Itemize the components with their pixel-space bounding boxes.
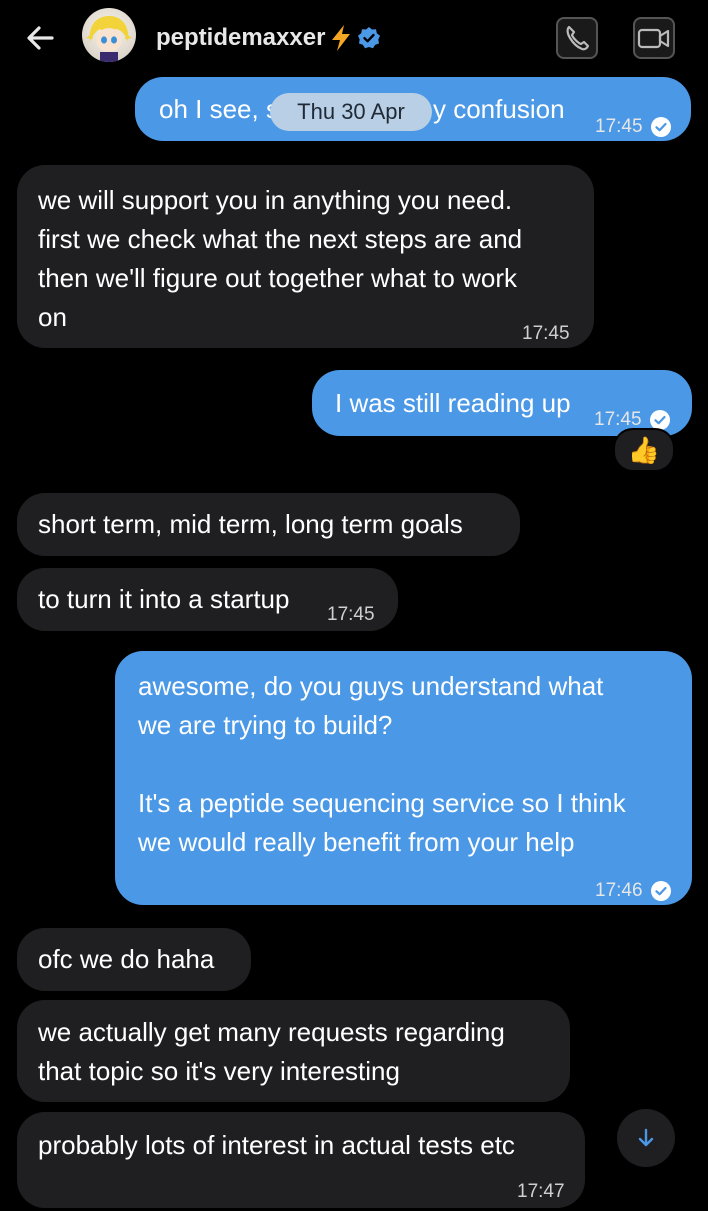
chat-header: peptidemaxxer [0,0,708,76]
lightning-icon [332,25,351,51]
message-text: oh I see, s [159,94,279,124]
message-bubble-incoming[interactable]: we actually get many requests regarding … [17,1000,570,1102]
message-bubble-incoming[interactable]: we will support you in anything you need… [17,165,594,348]
message-bubble-incoming[interactable]: ofc we do haha [17,928,251,991]
message-bubble-incoming[interactable]: probably lots of interest in actual test… [17,1112,585,1208]
avatar[interactable] [82,8,136,62]
arrow-left-icon[interactable] [22,20,58,56]
message-time: 17:45 [327,604,375,625]
message-time: 17:47 [517,1181,565,1202]
message-line: on [38,302,67,332]
message-bubble-outgoing[interactable]: awesome, do you guys understand what we … [115,651,692,905]
message-meta: 17:47 [517,1172,565,1211]
read-check-icon [649,409,670,430]
message-line: first we check what the next steps are a… [38,224,523,254]
video-camera-icon[interactable] [633,17,675,59]
message-line [138,745,692,784]
message-line: It's a peptide sequencing service so I t… [138,788,626,818]
verified-badge-icon [358,27,381,49]
scroll-to-bottom-button[interactable] [617,1109,675,1167]
message-text: ofc we do haha [38,944,215,974]
message-bubble-incoming[interactable]: to turn it into a startup 17:45 [17,568,398,631]
date-separator: Thu 30 Apr [270,93,432,131]
message-bubble-incoming[interactable]: short term, mid term, long term goals [17,493,520,556]
reaction-thumbs-up[interactable]: 👍 [613,428,675,472]
message-time: 17:45 [595,116,643,137]
message-line: that topic so it's very interesting [38,1056,400,1086]
message-time: 17:46 [595,880,643,901]
contact-name: peptidemaxxer [156,24,326,51]
message-text: I was still reading up [335,388,571,418]
message-line: we would really benefit from your help [138,827,575,857]
message-meta: 17:45 [327,595,375,634]
contact-title[interactable]: peptidemaxxer [156,24,381,52]
message-line: we will support you in anything you need… [38,185,513,215]
arrow-down-icon [638,1128,654,1147]
message-bubble-outgoing[interactable]: I was still reading up 17:45 [312,370,692,436]
message-text: probably lots of interest in actual test… [38,1130,515,1160]
message-line: we are trying to build? [138,710,393,740]
phone-icon[interactable] [556,17,598,59]
message-line: then we'll figure out together what to w… [38,263,518,293]
message-meta: 17:45 [522,314,570,353]
message-text: y confusion [433,94,565,124]
message-meta: 17:45 [595,107,671,146]
read-check-icon [650,880,671,901]
read-check-icon [650,116,671,137]
message-text: short term, mid term, long term goals [38,509,463,539]
message-line: awesome, do you guys understand what [138,671,604,701]
message-text: to turn it into a startup [38,584,290,614]
message-time: 17:45 [522,323,570,344]
message-line: we actually get many requests regarding [38,1017,505,1047]
thumbs-up-icon: 👍 [627,435,661,465]
message-meta: 17:46 [595,871,671,910]
